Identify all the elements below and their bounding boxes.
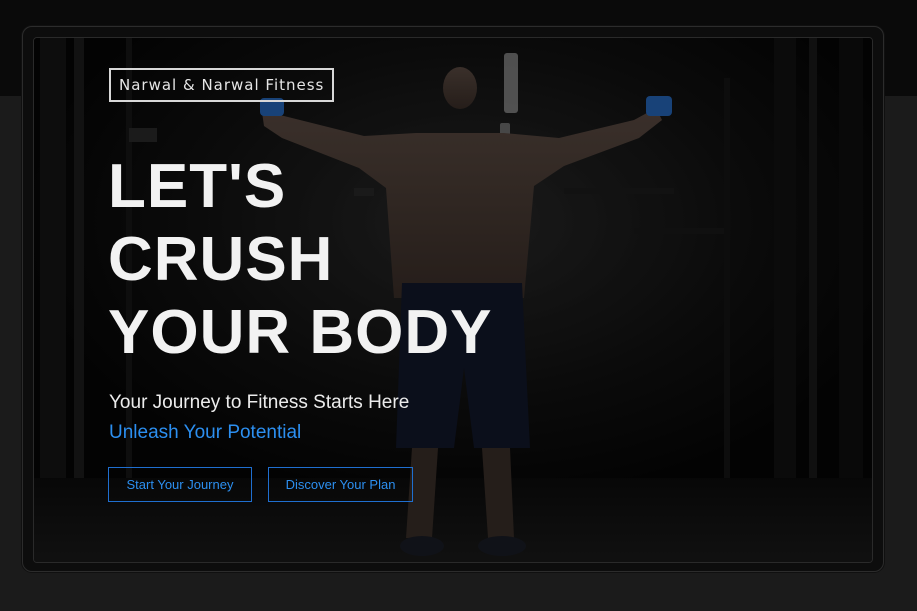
hero-section: Narwal & Narwal Fitness LET'S CRUSH YOUR… [33,37,873,563]
hero-tagline: Unleash Your Potential [109,422,302,443]
hero-headline: LET'S CRUSH YOUR BODY [108,150,492,369]
brand-logo-box[interactable]: Narwal & Narwal Fitness [109,68,335,102]
headline-line-1: LET'S [108,152,287,221]
hero-subtitle: Your Journey to Fitness Starts Here [109,392,410,413]
headline-line-2: CRUSH [108,225,334,294]
headline-line-3: YOUR BODY [108,298,493,367]
start-journey-button[interactable]: Start Your Journey [108,467,252,502]
discover-plan-button[interactable]: Discover Your Plan [268,467,413,502]
